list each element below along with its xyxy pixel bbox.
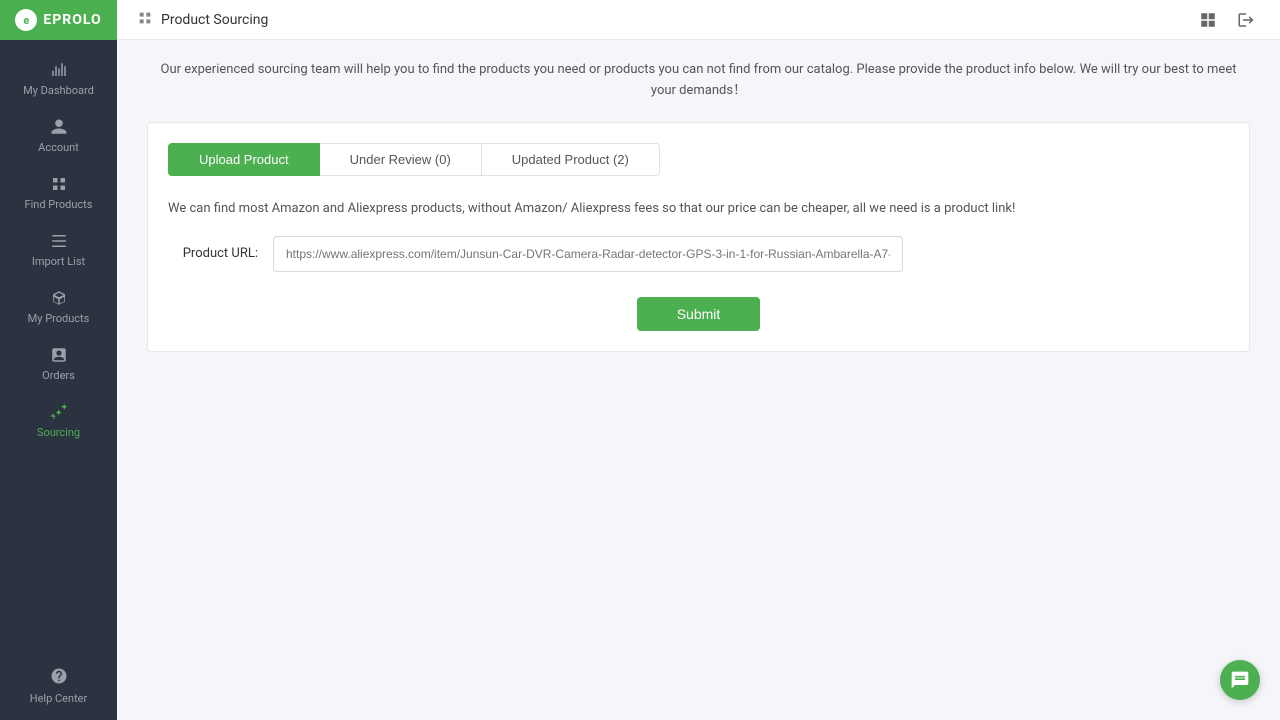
form-hint: We can find most Amazon and Aliexpress p… [168, 201, 1229, 216]
submit-row: Submit [168, 297, 1229, 331]
sidebar-label-dashboard: My Dashboard [23, 84, 94, 97]
help-icon [50, 667, 68, 688]
sidebar-item-account[interactable]: Account [0, 107, 117, 164]
header-icons [1194, 6, 1260, 34]
tab-upload-product[interactable]: Upload Product [168, 143, 320, 176]
product-url-input[interactable] [273, 236, 903, 272]
sidebar-label-my-products: My Products [28, 312, 90, 325]
logo-icon: e [15, 9, 37, 31]
sourcing-panel: Upload Product Under Review (0) Updated … [147, 122, 1250, 352]
user-icon [49, 117, 69, 137]
submit-button[interactable]: Submit [637, 297, 761, 331]
product-url-label: Product URL: [168, 246, 258, 261]
list-icon [49, 231, 69, 251]
sidebar-item-dashboard[interactable]: My Dashboard [0, 50, 117, 107]
signout-button[interactable] [1232, 6, 1260, 34]
sidebar-item-import-list[interactable]: Import List [0, 221, 117, 278]
tab-updated-product[interactable]: Updated Product (2) [482, 143, 660, 176]
chat-bubble[interactable] [1220, 660, 1260, 700]
logo-text: EPROLO [43, 12, 101, 28]
main-content: Product Sourcing Our experienced sourcin… [117, 0, 1280, 720]
product-url-row: Product URL: [168, 236, 1229, 272]
orders-icon [49, 345, 69, 365]
page-title: Product Sourcing [161, 12, 268, 28]
sidebar-item-my-products[interactable]: My Products [0, 278, 117, 335]
sidebar-label-account: Account [38, 141, 79, 154]
sidebar-label-import-list: Import List [32, 255, 85, 268]
grid-view-button[interactable] [1194, 6, 1222, 34]
tab-under-review[interactable]: Under Review (0) [320, 143, 482, 176]
sidebar-item-orders[interactable]: Orders [0, 335, 117, 392]
sidebar-label-sourcing: Sourcing [37, 426, 80, 439]
logo[interactable]: e EPROLO [0, 0, 117, 40]
sidebar-item-sourcing[interactable]: Sourcing [0, 392, 117, 449]
header-left: Product Sourcing [137, 10, 268, 30]
sidebar-footer-help[interactable]: Help Center [0, 657, 117, 720]
sidebar-footer-label: Help Center [30, 692, 88, 705]
sidebar-label-find-products: Find Products [25, 198, 93, 211]
header-grid-icon [137, 10, 153, 30]
sidebar-label-orders: Orders [42, 369, 75, 382]
sourcing-icon [49, 402, 69, 422]
sidebar-nav: My Dashboard Account Find Products Impor… [0, 40, 117, 657]
page-body: Our experienced sourcing team will help … [117, 40, 1280, 720]
sidebar-item-find-products[interactable]: Find Products [0, 164, 117, 221]
info-banner: Our experienced sourcing team will help … [147, 60, 1250, 102]
page-header: Product Sourcing [117, 0, 1280, 40]
box-icon [49, 288, 69, 308]
grid-icon [49, 174, 69, 194]
chart-icon [49, 60, 69, 80]
sidebar: e EPROLO My Dashboard Account Find Produ… [0, 0, 117, 720]
tabs-row: Upload Product Under Review (0) Updated … [168, 143, 1229, 176]
